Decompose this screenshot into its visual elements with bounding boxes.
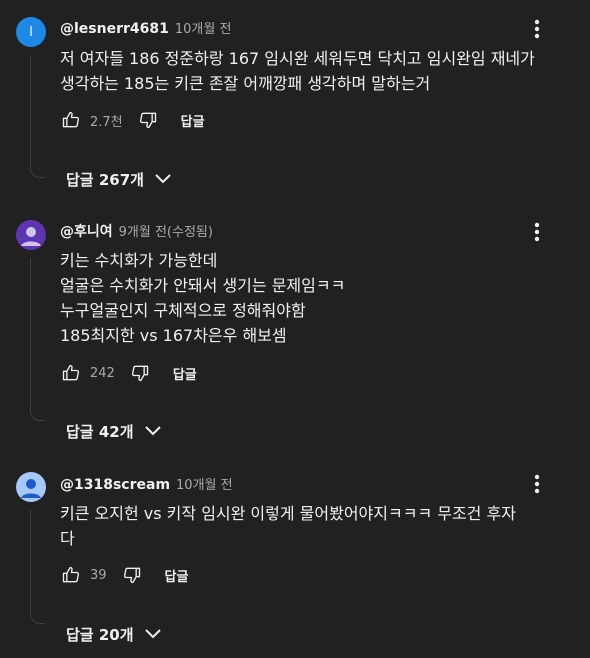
- replies-toggle[interactable]: 답글 20개: [66, 622, 162, 646]
- thumb-down-icon[interactable]: [121, 564, 143, 586]
- thumb-up-icon[interactable]: [60, 362, 82, 384]
- replies-count-label: 답글 42개: [66, 422, 134, 441]
- avatar[interactable]: [16, 472, 46, 502]
- replies-toggle[interactable]: 답글 42개: [66, 419, 162, 443]
- comment-actions: 242 답글: [60, 361, 197, 385]
- author-name[interactable]: @후니여: [60, 221, 113, 241]
- thumb-up-icon[interactable]: [60, 109, 82, 131]
- comment-text: 키큰 오지헌 vs 키작 임시완 이렇게 물어봤어야지ㅋㅋㅋ 무조건 후자 다: [60, 501, 570, 551]
- more-vert-icon[interactable]: [526, 471, 548, 497]
- comment-actions: 2.7천 답글: [60, 108, 205, 132]
- comment-header: @1318scream 10개월 전: [60, 474, 233, 493]
- comment-header: @후니여 9개월 전(수정됨): [60, 221, 213, 241]
- reply-button[interactable]: 답글: [181, 111, 205, 130]
- comment-line: 생각하는 185는 키큰 존잘 어깨깡패 생각하며 말하는거: [60, 74, 431, 93]
- reply-button[interactable]: 답글: [165, 566, 189, 585]
- replies-count-label: 답글 267개: [66, 170, 144, 189]
- more-vert-icon[interactable]: [526, 16, 548, 42]
- comment-actions: 39 답글: [60, 563, 188, 587]
- comment-text: 키는 수치화가 가능한데 얼굴은 수치화가 안돼서 생기는 문제임ㅋㅋ 누구얼굴…: [60, 248, 570, 348]
- chevron-down-icon: [144, 625, 162, 644]
- comment-header: @lesnerr4681 10개월 전: [60, 18, 231, 37]
- like-count: 2.7천: [90, 114, 123, 130]
- comment-time[interactable]: 10개월 전: [175, 18, 232, 37]
- reply-button[interactable]: 답글: [173, 364, 197, 383]
- avatar[interactable]: [16, 220, 46, 250]
- thread-line: [30, 55, 45, 178]
- replies-count-label: 답글 20개: [66, 625, 134, 644]
- comment-line: 누구얼굴인지 구체적으로 정해줘야함: [60, 301, 306, 320]
- avatar[interactable]: l: [16, 17, 46, 47]
- thumb-down-icon[interactable]: [137, 109, 159, 131]
- like-count: 39: [90, 567, 107, 583]
- comment-line: 얼굴은 수치화가 안돼서 생기는 문제임ㅋㅋ: [60, 276, 346, 295]
- comment-line: 다: [60, 529, 75, 548]
- author-name[interactable]: @lesnerr4681: [60, 21, 169, 37]
- more-vert-icon[interactable]: [526, 219, 548, 245]
- thread-line: [30, 258, 45, 421]
- avatar-initial: l: [29, 24, 33, 40]
- thumb-up-icon[interactable]: [60, 564, 82, 586]
- comment-line: 185최지한 vs 167차은우 해보셈: [60, 326, 287, 345]
- person-icon: [21, 479, 41, 498]
- chevron-down-icon: [154, 170, 172, 189]
- comment-text: 저 여자들 186 정준하랑 167 임시완 세워두면 닥치고 임시완임 재네가…: [60, 46, 570, 96]
- author-name[interactable]: @1318scream: [60, 477, 170, 493]
- comment-time[interactable]: 9개월 전(수정됨): [119, 221, 213, 240]
- chevron-down-icon: [144, 422, 162, 441]
- person-icon: [21, 227, 41, 246]
- like-count: 242: [90, 365, 115, 381]
- replies-toggle[interactable]: 답글 267개: [66, 167, 172, 191]
- thread-line: [30, 510, 45, 624]
- comment-time[interactable]: 10개월 전: [176, 474, 233, 493]
- comment-line: 키큰 오지헌 vs 키작 임시완 이렇게 물어봤어야지ㅋㅋㅋ 무조건 후자: [60, 504, 516, 523]
- comment-line: 저 여자들 186 정준하랑 167 임시완 세워두면 닥치고 임시완임 재네가: [60, 49, 535, 68]
- comment-line: 키는 수치화가 가능한데: [60, 251, 218, 270]
- thumb-down-icon[interactable]: [129, 362, 151, 384]
